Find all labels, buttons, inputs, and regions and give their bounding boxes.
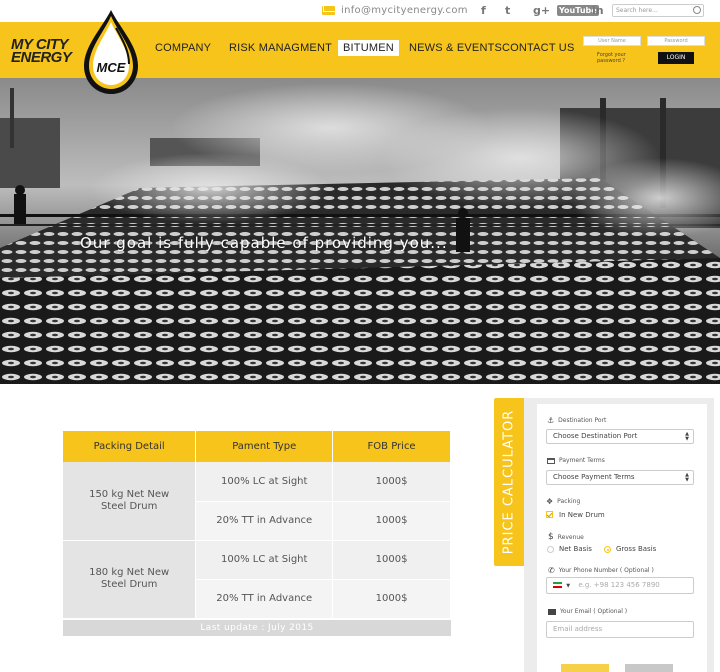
revenue-label-text: Revenue — [557, 533, 584, 541]
col-payment-type: Pament Type — [195, 431, 334, 462]
gross-basis-radio[interactable] — [604, 546, 611, 553]
logo-emblem-text: MCE — [97, 60, 126, 75]
select-caret-icon: ▲ ▼ — [685, 472, 689, 483]
price-cell: 1000$ — [332, 462, 451, 502]
last-update-note: Last update : July 2015 — [63, 620, 451, 636]
nav-news-events[interactable]: NEWS & EVENTS — [409, 42, 502, 54]
packing-line1: 180 kg Net New — [89, 567, 170, 578]
payment-cell: 20% TT in Advance — [195, 579, 334, 619]
mail-icon — [322, 6, 335, 15]
dollar-icon: $ — [548, 532, 554, 542]
reset-button[interactable] — [625, 664, 673, 672]
username-field[interactable]: User Name — [583, 36, 641, 46]
destination-port-select[interactable]: Choose Destination Port ▲ ▼ — [546, 429, 694, 444]
facebook-icon[interactable]: f — [481, 4, 486, 17]
packing-label: ❖ Packing — [546, 497, 580, 506]
payment-terms-value: Choose Payment Terms — [553, 473, 635, 481]
brand-name-line2: ENERGY — [11, 49, 72, 66]
gross-basis-label: Gross Basis — [616, 545, 657, 553]
nav-company[interactable]: COMPANY — [155, 42, 211, 54]
packing-label-text: Packing — [557, 498, 581, 505]
login-button[interactable]: LOGIN — [658, 52, 694, 64]
in-new-drum-label: In New Drum — [559, 511, 605, 519]
email-label-text: Your Email ( Optional ) — [560, 608, 628, 615]
price-cell: 1000$ — [332, 579, 451, 619]
phone-label-text: Your Phone Number ( Optional ) — [558, 567, 654, 574]
destination-port-value: Choose Destination Port — [553, 432, 638, 440]
hero-banner: Our goal is fully capable of providing y… — [0, 78, 720, 384]
payment-terms-label: Payment Terms — [547, 457, 605, 464]
linkedin-icon[interactable]: in — [592, 4, 604, 17]
search-placeholder: Search here... — [616, 7, 658, 14]
col-packing-detail: Packing Detail — [63, 431, 197, 462]
email-input[interactable]: Email address — [546, 621, 694, 638]
price-calculator-title: PRICE CALCULATOR — [501, 409, 517, 555]
forgot-line2: password ? — [597, 58, 625, 64]
forgot-password-link[interactable]: Forgot your password ? — [597, 52, 626, 64]
table-row: 150 kg Net New Steel Drum 100% LC at Sig… — [63, 462, 451, 541]
google-plus-icon[interactable]: g+ — [533, 4, 550, 17]
contact-email-text: info@mycityenergy.com — [341, 5, 468, 16]
packing-line1: 150 kg Net New — [89, 488, 170, 500]
revenue-label: $ Revenue — [548, 532, 584, 542]
payment-cell: 20% TT in Advance — [195, 501, 334, 541]
email-label: Your Email ( Optional ) — [548, 608, 627, 615]
phone-placeholder: e.g. +98 123 456 7890 — [578, 581, 660, 589]
credit-card-icon — [547, 457, 555, 464]
contact-email[interactable]: info@mycityenergy.com — [322, 5, 468, 16]
select-caret-icon: ▲ ▼ — [685, 431, 689, 442]
envelope-icon — [548, 608, 556, 615]
table-header-row: Packing Detail Pament Type FOB Price — [63, 431, 451, 462]
in-new-drum-checkbox[interactable] — [546, 511, 553, 518]
search-input[interactable]: Search here... — [612, 4, 704, 17]
cubes-icon: ❖ — [546, 497, 554, 506]
payment-cell: 100% LC at Sight — [195, 462, 334, 502]
net-basis-radio[interactable] — [547, 546, 554, 553]
phone-label: ✆ Your Phone Number ( Optional ) — [548, 566, 654, 575]
destination-port-label: ⚓ Destination Port — [547, 416, 606, 425]
packing-line2: Steel Drum — [100, 500, 158, 512]
logo-drop-icon[interactable]: MCE — [80, 8, 142, 96]
col-fob-price: FOB Price — [332, 431, 451, 462]
country-flag-icon[interactable] — [553, 582, 562, 588]
net-basis-label: Net Basis — [559, 545, 592, 553]
nav-bitumen[interactable]: BITUMEN — [338, 40, 399, 56]
phone-input[interactable]: ▼ e.g. +98 123 456 7890 — [546, 577, 694, 594]
packing-line2: Steel Drum — [100, 579, 158, 590]
price-cell: 1000$ — [332, 501, 451, 541]
twitter-icon[interactable]: t — [505, 4, 510, 17]
hero-caption: Our goal is fully capable of providing y… — [80, 234, 448, 252]
nav-risk-management[interactable]: RISK MANAGMENT — [229, 42, 332, 54]
payment-terms-label-text: Payment Terms — [559, 457, 605, 464]
price-cell: 1000$ — [332, 540, 451, 580]
country-dropdown-caret-icon: ▼ — [566, 583, 571, 589]
packing-cell: 150 kg Net New Steel Drum — [63, 462, 197, 541]
search-icon[interactable] — [693, 6, 701, 14]
price-calculator-tab[interactable]: PRICE CALCULATOR — [494, 398, 524, 566]
payment-terms-select[interactable]: Choose Payment Terms ▲ ▼ — [546, 470, 694, 485]
phone-icon: ✆ — [548, 566, 555, 575]
table-row: 180 kg Net New Steel Drum 100% LC at Sig… — [63, 540, 451, 619]
anchor-icon: ⚓ — [547, 416, 555, 425]
pricing-table: Packing Detail Pament Type FOB Price 150… — [63, 431, 451, 619]
brand-wordmark[interactable]: MY CITY ENERGY — [11, 37, 72, 66]
email-placeholder: Email address — [553, 625, 603, 633]
packing-cell: 180 kg Net New Steel Drum — [63, 540, 197, 619]
payment-cell: 100% LC at Sight — [195, 540, 334, 580]
password-field[interactable]: Password — [647, 36, 705, 46]
nav-contact-us[interactable]: CONTACT US — [502, 42, 575, 54]
calculate-button[interactable] — [561, 664, 609, 672]
hero-photo — [0, 78, 720, 384]
destination-port-label-text: Destination Port — [558, 417, 607, 424]
